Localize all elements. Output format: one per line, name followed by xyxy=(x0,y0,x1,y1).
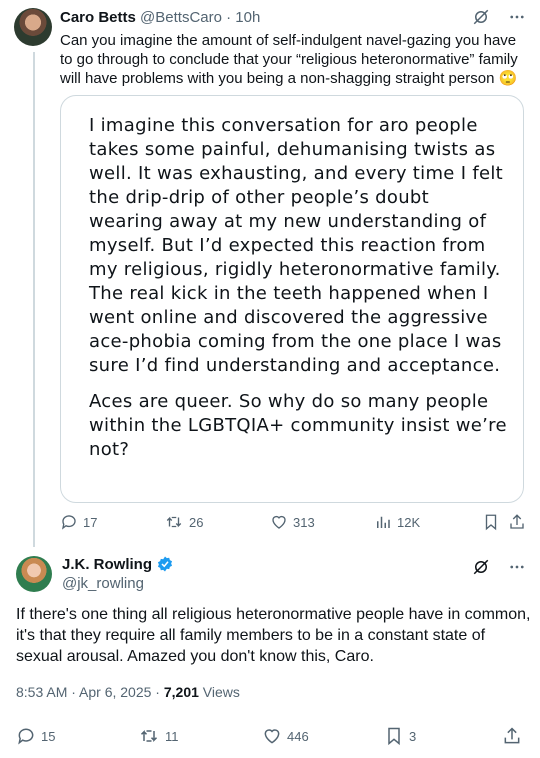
share-button[interactable] xyxy=(508,513,526,531)
bookmark-count: 3 xyxy=(409,728,417,744)
like-count: 446 xyxy=(287,728,309,744)
tweet-metadata: 8:53 AM · Apr 6, 2025 · 7,201 Views xyxy=(16,684,240,700)
author-name-row: J.K. Rowling xyxy=(62,555,174,573)
tweet-time[interactable]: 10h xyxy=(235,9,260,26)
like-button[interactable]: 446 xyxy=(262,726,309,746)
separator-dot: · xyxy=(226,9,232,26)
tweet-timestamp[interactable]: 8:53 AM · Apr 6, 2025 · xyxy=(16,684,164,700)
quoted-paragraph: I imagine this conversation for aro peop… xyxy=(89,115,504,376)
tweet-action-bar: 17 26 313 12K xyxy=(60,513,528,537)
tweet-header-actions xyxy=(472,8,526,26)
analytics-icon xyxy=(377,516,390,528)
reply-icon xyxy=(61,515,76,530)
tweet-caro-betts[interactable]: Caro Betts @BettsCaro · 10h Can you imag… xyxy=(0,0,540,548)
bookmark-button[interactable]: 3 xyxy=(384,726,416,746)
repost-count: 26 xyxy=(189,514,204,530)
reply-icon xyxy=(18,728,34,745)
share-icon xyxy=(510,514,524,529)
quoted-paragraph: Aces are queer. So why do so many people… xyxy=(89,391,507,460)
avatar[interactable] xyxy=(16,556,52,592)
repost-icon xyxy=(140,730,158,742)
author-handle[interactable]: @jk_rowling xyxy=(62,575,144,592)
reply-button[interactable]: 15 xyxy=(16,726,55,746)
more-options-icon[interactable] xyxy=(508,558,526,581)
grok-icon[interactable] xyxy=(472,8,490,26)
tweet-header-actions xyxy=(472,558,526,581)
like-button[interactable]: 313 xyxy=(270,513,315,531)
more-options-icon[interactable] xyxy=(508,8,526,26)
tweet-text: Can you imagine the amount of self-indul… xyxy=(60,32,518,87)
author-name[interactable]: J.K. Rowling xyxy=(62,556,152,573)
share-icon xyxy=(504,727,520,744)
views-count: 7,201 xyxy=(163,684,199,700)
grok-icon[interactable] xyxy=(472,558,490,581)
avatar[interactable] xyxy=(14,8,52,46)
reply-count: 17 xyxy=(83,514,98,530)
author-name[interactable]: Caro Betts xyxy=(60,9,136,26)
quoted-image-card[interactable]: I imagine this conversation for aro peop… xyxy=(60,95,524,503)
reply-button[interactable]: 17 xyxy=(60,513,97,531)
tweet-action-bar: 15 11 446 3 xyxy=(16,726,524,750)
heart-icon xyxy=(272,515,286,529)
like-count: 313 xyxy=(293,514,315,530)
repost-icon xyxy=(166,516,182,528)
tweet-header: Caro Betts @BettsCaro · 10h xyxy=(60,9,260,26)
tweet-text: If there's one thing all religious heter… xyxy=(16,606,531,665)
views-button[interactable]: 12K xyxy=(374,513,420,531)
share-button[interactable] xyxy=(502,726,522,746)
repost-button[interactable]: 11 xyxy=(138,726,179,746)
verified-badge-icon xyxy=(157,556,173,572)
views-label: Views xyxy=(198,684,240,700)
bookmark-icon xyxy=(388,727,400,746)
heart-icon xyxy=(264,729,280,744)
views-count: 12K xyxy=(397,514,421,530)
tweet-jk-rowling[interactable]: J.K. Rowling @jk_rowling If there's one … xyxy=(0,548,540,758)
bookmark-icon xyxy=(485,514,497,531)
repost-count: 11 xyxy=(165,728,179,744)
author-handle[interactable]: @BettsCaro xyxy=(140,9,222,26)
repost-button[interactable]: 26 xyxy=(164,513,203,531)
quoted-text: I imagine this conversation for aro peop… xyxy=(89,114,509,462)
bookmark-button[interactable] xyxy=(482,513,500,531)
reply-count: 15 xyxy=(41,728,56,744)
